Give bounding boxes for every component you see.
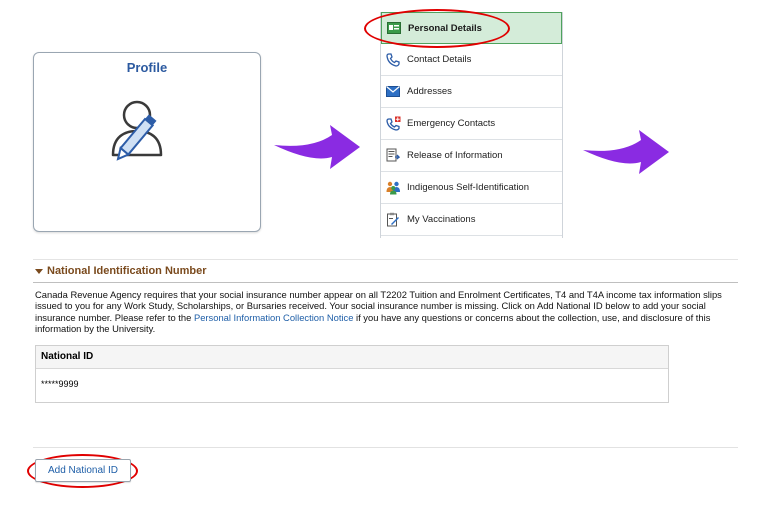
menu-item-emergency-contacts[interactable]: Emergency Contacts	[381, 108, 562, 140]
profile-tile[interactable]: Profile	[33, 52, 261, 232]
user-edit-icon	[109, 97, 189, 182]
menu-item-label: Emergency Contacts	[407, 118, 496, 129]
phone-icon	[385, 52, 401, 68]
menu-item-addresses[interactable]: Addresses	[381, 76, 562, 108]
menu-item-indigenous-self-identification[interactable]: Indigenous Self-Identification	[381, 172, 562, 204]
info-paragraph: Canada Revenue Agency requires that your…	[35, 289, 735, 335]
section-title-wrap: National Identification Number	[35, 265, 207, 277]
section-header[interactable]: National Identification Number	[33, 259, 738, 283]
emergency-phone-icon	[385, 116, 401, 132]
menu-item-label: Indigenous Self-Identification	[407, 182, 529, 193]
profile-title: Profile	[126, 60, 168, 75]
highlight-oval	[364, 9, 510, 48]
menu-item-label: Release of Information	[407, 150, 503, 161]
menu-item-label: Addresses	[407, 86, 452, 97]
clipboard-icon	[385, 212, 401, 228]
add-national-id-button[interactable]: Add National ID	[35, 459, 131, 482]
collapse-triangle-icon	[35, 268, 43, 274]
people-icon	[385, 180, 401, 196]
arrow-right-icon	[581, 128, 671, 181]
table-row: *****9999	[41, 379, 79, 389]
table-header: National ID	[36, 346, 668, 369]
menu-item-my-vaccinations[interactable]: My Vaccinations	[381, 204, 562, 236]
arrow-right-icon	[272, 123, 362, 176]
menu-item-label: Contact Details	[407, 54, 472, 65]
document-release-icon	[385, 148, 401, 164]
menu-item-label: My Vaccinations	[407, 214, 476, 225]
national-id-table: National ID *****9999	[35, 345, 669, 403]
menu-item-contact-details[interactable]: Contact Details	[381, 44, 562, 76]
envelope-icon	[385, 84, 401, 100]
divider	[33, 447, 738, 448]
section-title: National Identification Number	[47, 265, 207, 277]
menu-item-release-of-information[interactable]: Release of Information	[381, 140, 562, 172]
collection-notice-link[interactable]: Personal Information Collection Notice	[194, 312, 353, 323]
